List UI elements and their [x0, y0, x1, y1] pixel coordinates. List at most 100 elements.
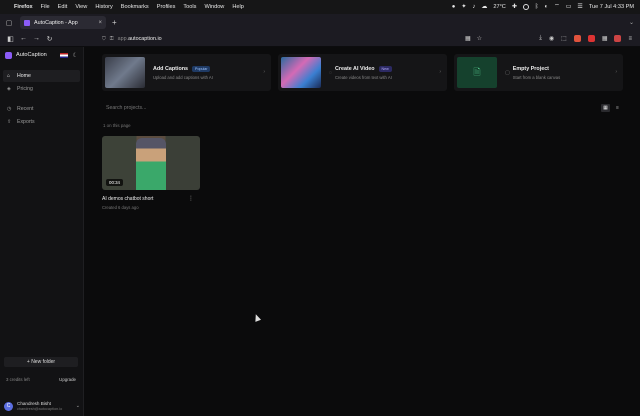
create-ai-video-card[interactable]: ◌ Create AI Video New Create videos from… — [278, 54, 447, 91]
extension-badge-icon[interactable] — [614, 35, 622, 42]
menu-help[interactable]: Help — [232, 4, 244, 10]
card-title: Empty Project — [512, 65, 549, 72]
menu-app-name[interactable]: Firefox — [14, 4, 33, 10]
chevron-down-icon[interactable]: ⌄ — [76, 403, 80, 409]
user-menu[interactable]: C Chandresh Bisht chandresh@autocaption.… — [4, 397, 80, 415]
main-content: Add Captions Popular Upload and add capt… — [85, 47, 640, 416]
menu-history[interactable]: History — [95, 4, 112, 10]
weather-icon[interactable]: ☁ — [481, 4, 487, 10]
sidebar-item-recent[interactable]: ◷ Recent — [3, 103, 80, 115]
new-badge: New — [378, 65, 392, 72]
extensions-icon[interactable]: ▦ — [602, 35, 608, 42]
brand: AutoCaption ☾ — [0, 47, 83, 63]
sidebar-item-home[interactable]: ⌂ Home — [3, 70, 80, 82]
browser-tab[interactable]: AutoCaption - App × — [20, 16, 106, 29]
plus-icon[interactable]: ✚ — [512, 4, 517, 10]
tab-strip: ▢ AutoCaption - App × + ⌄ — [0, 14, 640, 31]
forward-icon[interactable]: → — [30, 33, 43, 45]
theme-toggle-icon[interactable]: ☾ — [73, 52, 78, 59]
status-tray: ● ✦ ♪ ☁ 27°C ✚ ᛒ ◐ ⌔ ▭ ☰ Tue 7 Jul 4:33 … — [452, 4, 634, 10]
clock-icon: ◷ — [7, 106, 12, 112]
favicon-icon — [24, 19, 30, 26]
app-sidebar: AutoCaption ☾ ⌂ Home ◈ Pricing ◷ Recent … — [0, 47, 84, 416]
chevron-right-icon: › — [615, 69, 617, 75]
card-description: Start from a blank canvas — [512, 74, 561, 80]
speaker-icon[interactable]: ◐ — [544, 4, 548, 10]
new-tab-icon[interactable]: + — [112, 18, 117, 27]
menu-file[interactable]: File — [41, 4, 50, 10]
download-icon[interactable]: ⤓ — [539, 35, 542, 42]
duration-badge: 00:34 — [106, 179, 123, 186]
back-icon[interactable]: ← — [17, 33, 30, 45]
sidebar-toggle-icon[interactable]: ▢ — [4, 18, 14, 28]
menu-bar: Firefox File Edit View History Bookmarks… — [0, 0, 640, 14]
new-folder-button[interactable]: + New folder — [4, 357, 78, 367]
view-toggle: ▦ ≡ — [601, 104, 622, 112]
quick-actions: Add Captions Popular Upload and add capt… — [102, 54, 623, 91]
shield-icon[interactable]: ⛉ — [102, 36, 106, 42]
hamburger-menu-icon[interactable]: ≡ — [628, 36, 632, 42]
empty-project-card[interactable]: 🗎 ▢ Empty Project Start from a blank can… — [454, 54, 623, 91]
avatar: C — [4, 401, 13, 411]
temperature-readout[interactable]: 27°C — [493, 4, 506, 10]
sidebar-item-label: Pricing — [17, 86, 33, 92]
video-frame — [136, 138, 166, 190]
tab-title: AutoCaption - App — [34, 19, 78, 26]
credits-row: 3 credits left Upgrade — [6, 377, 76, 382]
extension-icon[interactable]: ⬚ — [561, 35, 567, 42]
clock[interactable]: Tue 7 Jul 4:33 PM — [589, 4, 634, 10]
chevron-right-icon: › — [263, 69, 265, 75]
pricing-icon: ◈ — [7, 86, 11, 92]
battery-icon[interactable]: ▭ — [566, 4, 572, 10]
grid-icon[interactable]: ▦ — [465, 35, 471, 42]
more-options-icon[interactable]: ⋮ — [188, 195, 194, 202]
extension-red-icon[interactable] — [573, 35, 581, 42]
sidebar-item-pricing[interactable]: ◈ Pricing — [3, 83, 80, 95]
circle-icon[interactable] — [522, 4, 529, 10]
chevron-down-icon[interactable]: ⌄ — [629, 19, 634, 26]
search-input[interactable] — [102, 105, 302, 111]
export-icon: ⇪ — [7, 119, 12, 125]
upgrade-button[interactable]: Upgrade — [59, 377, 76, 382]
sidebar-item-exports[interactable]: ⇪ Exports — [3, 116, 80, 128]
sidebar-panel-icon[interactable]: ◧ — [4, 33, 17, 45]
menu-window[interactable]: Window — [204, 4, 224, 10]
bluetooth-icon[interactable]: ᛒ — [535, 4, 539, 10]
grid-view-icon[interactable]: ▦ — [601, 104, 610, 112]
menu-bookmarks[interactable]: Bookmarks — [121, 4, 149, 10]
star-icon[interactable]: ☆ — [477, 35, 482, 42]
wifi-icon[interactable]: ⌔ — [554, 4, 560, 10]
brand-name: AutoCaption — [16, 52, 47, 58]
project-thumbnail[interactable]: 00:34 — [102, 136, 200, 190]
sidebar-item-label: Exports — [17, 119, 35, 125]
sparkle-icon: ◌ — [329, 69, 332, 76]
menu-edit[interactable]: Edit — [58, 4, 68, 10]
project-title: AI demos chatbot short — [102, 195, 154, 202]
sparkle-icon[interactable]: ✦ — [461, 4, 466, 10]
menu-tools[interactable]: Tools — [183, 4, 196, 10]
toolbar-right: ⤓ ◉ ⬚ ▦ ≡ — [539, 35, 636, 42]
close-tab-icon[interactable]: × — [98, 20, 102, 26]
extension-play-icon[interactable] — [587, 35, 595, 42]
url-host: autocaption.io — [128, 35, 162, 42]
popular-badge: Popular — [192, 65, 211, 72]
url-bar[interactable]: ⛉ ⚿ app. autocaption.io ▦ ☆ — [102, 33, 482, 44]
menu-view[interactable]: View — [75, 4, 87, 10]
url-prefix: app. — [117, 35, 129, 42]
control-center-icon[interactable]: ☰ — [577, 4, 582, 10]
nav-bar: ◧ ← → ↻ ⛉ ⚿ app. autocaption.io ▦ ☆ ⤓ ◉ … — [0, 31, 640, 47]
project-card[interactable]: 00:34 AI demos chatbot short ⋮ Created 6… — [102, 136, 200, 210]
chevron-right-icon: › — [439, 69, 441, 75]
list-view-icon[interactable]: ≡ — [613, 104, 622, 112]
record-icon[interactable]: ● — [452, 4, 456, 10]
lock-icon[interactable]: ⚿ — [110, 36, 114, 42]
account-icon[interactable]: ◉ — [549, 35, 554, 42]
credits-label: 3 credits left — [6, 377, 30, 382]
add-captions-card[interactable]: Add Captions Popular Upload and add capt… — [102, 54, 271, 91]
reload-icon[interactable]: ↻ — [43, 33, 56, 45]
add-captions-thumbnail — [105, 57, 145, 88]
bell-icon[interactable]: ♪ — [472, 4, 475, 10]
menu-profiles[interactable]: Profiles — [157, 4, 176, 10]
square-icon: ▢ — [505, 69, 510, 76]
language-flag-icon[interactable] — [59, 52, 68, 58]
